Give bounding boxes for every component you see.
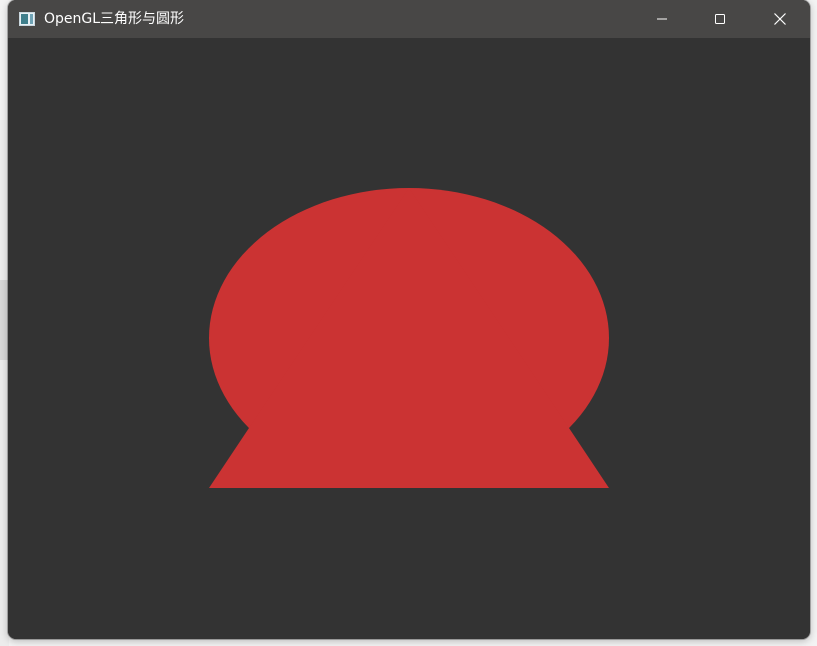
app-window: OpenGL三角形与圆形	[8, 0, 810, 639]
maximize-icon	[715, 14, 725, 24]
close-button[interactable]	[749, 0, 810, 38]
minimize-button[interactable]	[633, 0, 691, 38]
title-bar[interactable]: OpenGL三角形与圆形	[8, 0, 810, 38]
opengl-app-icon	[19, 11, 35, 26]
window-title: OpenGL三角形与圆形	[44, 11, 185, 27]
render-surface	[209, 188, 609, 488]
maximize-button[interactable]	[691, 0, 749, 38]
minimize-icon	[657, 18, 667, 20]
close-icon	[773, 13, 786, 25]
opengl-canvas[interactable]	[8, 38, 810, 639]
